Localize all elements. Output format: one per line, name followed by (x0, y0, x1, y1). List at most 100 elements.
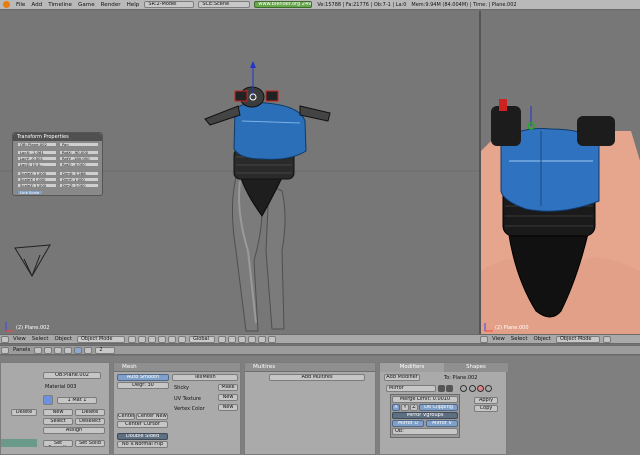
logic-icon[interactable] (34, 346, 43, 354)
menu-view-left[interactable]: View (13, 336, 26, 342)
layer-button-icon-4[interactable] (248, 335, 256, 343)
menu-add[interactable]: Add (31, 2, 42, 8)
tab-shapes[interactable]: Shapes (444, 363, 508, 372)
sticky-make-button[interactable]: Make (218, 384, 238, 391)
no-vnormal-flip-toggle[interactable]: No V.Normal Flip (117, 441, 168, 448)
set-solid-button[interactable]: Set Solid (75, 440, 105, 447)
shading-icon[interactable] (54, 346, 63, 354)
delete-material-slot-button[interactable]: Delete (75, 409, 105, 416)
modifier-delete-icon[interactable] (485, 385, 492, 392)
deselect-material-button[interactable]: Deselect (75, 418, 105, 425)
assign-material-button[interactable]: Assign (43, 427, 105, 434)
render-icon[interactable] (268, 335, 276, 343)
editing-icon[interactable] (74, 346, 83, 354)
mirror-object-field[interactable]: Ob: (392, 428, 458, 435)
apply-modifier-button[interactable]: Apply (474, 397, 498, 404)
material-index-field[interactable]: 1 Mat 1 (57, 397, 97, 404)
locx-field[interactable]: LocX: -1.061 (17, 150, 57, 155)
add-modifier-button[interactable]: Add Modifier (384, 374, 420, 381)
draw-type-icon[interactable] (128, 335, 136, 343)
dimx-field[interactable]: DimX: 3.288 (59, 171, 99, 176)
draw-type-icon-right[interactable] (603, 335, 611, 343)
vertex-color-new-button[interactable]: New (218, 404, 238, 411)
parent-field[interactable]: Par: (59, 142, 99, 147)
menu-timeline[interactable]: Timeline (48, 2, 72, 8)
do-clipping-toggle[interactable]: Do Clipping (419, 404, 458, 411)
buttons-editor-icon[interactable] (1, 346, 9, 354)
menu-render[interactable]: Render (101, 2, 121, 8)
uv-texture-new-button[interactable]: New (218, 394, 238, 401)
mode-selector-left[interactable]: Object Mode (77, 335, 125, 343)
translate-icon[interactable] (158, 335, 166, 343)
mirror-u-toggle[interactable]: Mirror U (392, 420, 424, 427)
delete-material-button[interactable]: Delete (11, 409, 37, 416)
mirror-vgroups-toggle[interactable]: Mirror Vgroups (392, 412, 458, 419)
script-icon[interactable] (44, 346, 53, 354)
rotz-field[interactable]: RotZ: -0.000 (59, 162, 99, 167)
texmesh-field[interactable]: TexMesh (172, 374, 238, 381)
object-name-field[interactable]: OB: Plane.002 (17, 142, 57, 147)
scene-selector[interactable]: SCE:Scene (198, 1, 251, 8)
dimy-field[interactable]: DimY: 1.000 (59, 177, 99, 182)
center-new-button[interactable]: Center New (136, 413, 168, 420)
scaley-field[interactable]: ScaleY: 1.000 (17, 177, 57, 182)
double-sided-toggle[interactable]: Double Sided (117, 433, 168, 440)
mirror-axis-x[interactable]: X (392, 404, 400, 411)
screen-selector[interactable]: SR:2-Model (144, 1, 195, 8)
modifier-down-icon[interactable] (477, 385, 484, 392)
menu-file[interactable]: File (16, 2, 25, 8)
menu-view-right[interactable]: View (492, 336, 505, 342)
modifier-name-field[interactable]: Mirror (386, 385, 436, 392)
object-icon[interactable] (64, 346, 73, 354)
menu-object-left[interactable]: Object (54, 336, 72, 342)
pivot-icon[interactable] (138, 335, 146, 343)
rotx-field[interactable]: RotX: -90.000 (59, 150, 99, 155)
menu-select-right[interactable]: Select (511, 336, 528, 342)
layer-button-icon-2[interactable] (228, 335, 236, 343)
copy-modifier-button[interactable]: Copy (474, 405, 498, 412)
modifier-up-icon[interactable] (469, 385, 476, 392)
modifier-render-icon[interactable] (438, 385, 445, 392)
menu-panels[interactable]: Panels (13, 347, 30, 353)
merge-limit-field[interactable]: Merge Limit: 0.0010 (392, 396, 458, 403)
center-cursor-button[interactable]: Center Cursor (117, 421, 168, 428)
lock-icon[interactable] (258, 335, 266, 343)
editor-type-icon-right[interactable] (480, 335, 488, 343)
set-smooth-button[interactable]: Set Smooth (43, 440, 73, 447)
material-color-swatch[interactable] (43, 395, 53, 405)
select-material-button[interactable]: Select (43, 418, 73, 425)
blender-url-link[interactable]: www.blender.org 2492 (254, 1, 313, 8)
mirror-v-toggle[interactable]: Mirror V (426, 420, 458, 427)
center-button[interactable]: Center (117, 413, 135, 420)
degr-field[interactable]: Degr: 30 (117, 382, 169, 389)
menu-game[interactable]: Game (78, 2, 95, 8)
layer-button-icon-3[interactable] (238, 335, 246, 343)
add-multires-button[interactable]: Add Multires (269, 374, 365, 381)
3d-viewport-left[interactable]: Transform Properties OB: Plane.002 Par: … (0, 11, 479, 334)
scalez-field[interactable]: ScaleZ: 1.000 (17, 183, 57, 188)
mirror-axis-z[interactable]: Z (410, 404, 418, 411)
object-name-field[interactable]: OB:Plane.002 (43, 372, 101, 379)
rotate-icon[interactable] (168, 335, 176, 343)
scene-icon[interactable] (84, 346, 93, 354)
menu-select-left[interactable]: Select (32, 336, 49, 342)
3d-viewport-right[interactable]: (2) Plane.000 (481, 11, 640, 334)
layer-button-icon[interactable] (218, 335, 226, 343)
link-scale-button[interactable]: Link Scale (17, 190, 43, 195)
new-material-button[interactable]: New (43, 409, 73, 416)
mode-selector-right[interactable]: Object Mode (556, 335, 600, 343)
manipulator-toggle-icon[interactable] (148, 335, 156, 343)
modifier-editmode-icon[interactable] (446, 385, 453, 392)
dimz-field[interactable]: DimZ: 1.000 (59, 183, 99, 188)
tab-modifiers[interactable]: Modifiers (380, 363, 444, 372)
editor-type-icon[interactable] (1, 335, 9, 343)
locy-field[interactable]: LocY: -0.001 (17, 156, 57, 161)
locz-field[interactable]: LocZ: 10.0... (17, 162, 57, 167)
scalex-field[interactable]: ScaleX: 1.000 (17, 171, 57, 176)
frame-field[interactable]: 2 (95, 346, 116, 354)
roty-field[interactable]: RotY: -180.000 (59, 156, 99, 161)
orientation-selector[interactable]: Global (189, 335, 215, 343)
scale-icon[interactable] (178, 335, 186, 343)
menu-help[interactable]: Help (127, 2, 140, 8)
auto-smooth-toggle[interactable]: Auto Smooth (117, 374, 169, 381)
